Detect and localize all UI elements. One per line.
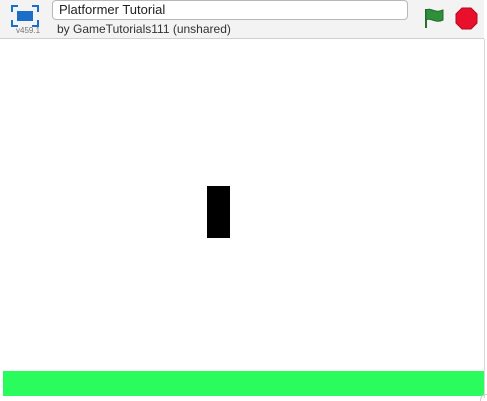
resize-corner [480,394,487,401]
scratch-player: v459.1 Platformer Tutorial by GameTutori… [0,0,487,401]
game-stage[interactable] [3,39,485,398]
ground-platform [3,371,484,396]
green-flag-button[interactable] [423,6,445,30]
fullscreen-button[interactable] [10,4,40,28]
fullscreen-icon [11,5,39,27]
green-flag-icon [425,8,444,28]
player-sprite [207,186,230,238]
project-title-field[interactable]: Platformer Tutorial [52,0,408,20]
stop-icon [455,7,478,30]
project-byline: by GameTutorials111 (unshared) [57,22,231,36]
player-header: v459.1 Platformer Tutorial by GameTutori… [0,0,484,39]
version-label: v459.1 [16,26,41,35]
stop-button[interactable] [455,7,478,30]
